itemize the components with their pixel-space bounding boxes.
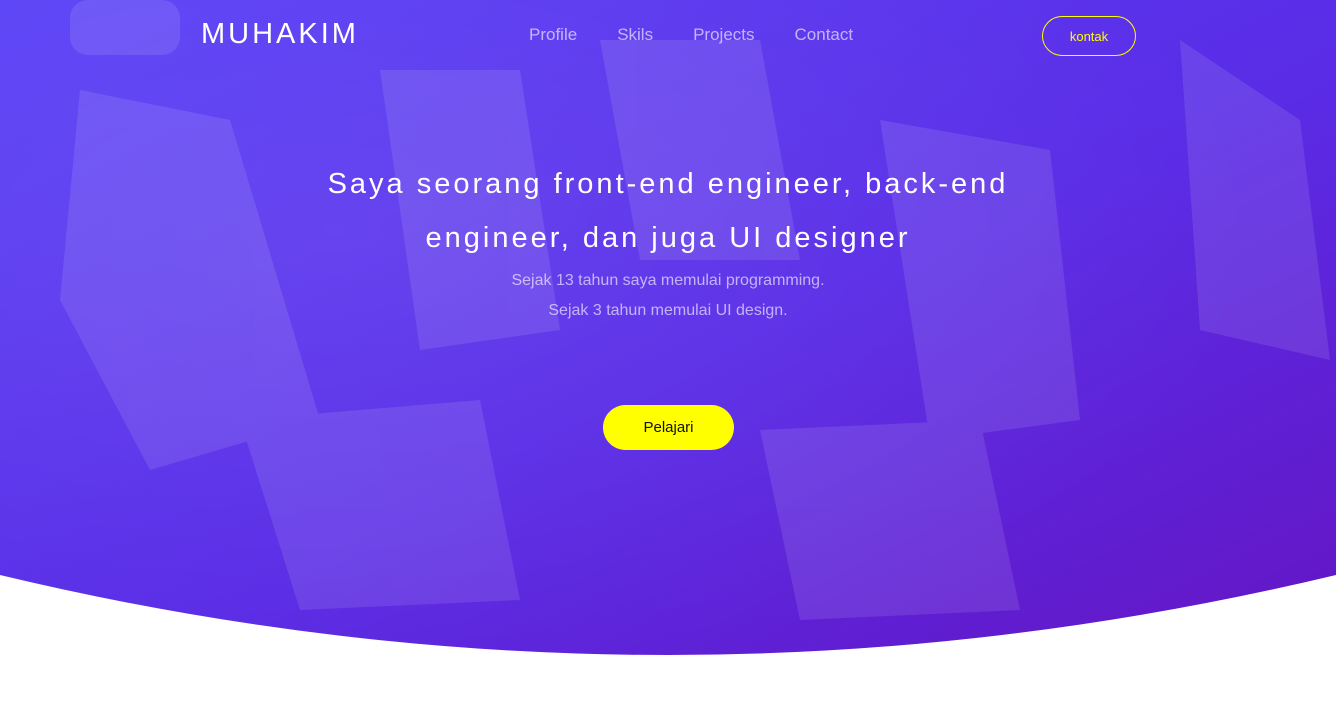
main-nav: Profile Skils Projects Contact — [529, 25, 853, 45]
nav-item-profile[interactable]: Profile — [529, 25, 577, 45]
hero-background — [0, 0, 1336, 655]
hero-subtext-line-2: Sejak 3 tahun memulai UI design. — [548, 302, 788, 319]
nav-item-skils[interactable]: Skils — [617, 25, 653, 45]
hero-headline: Saya seorang front-end engineer, back-en… — [327, 168, 1009, 255]
nav-item-projects[interactable]: Projects — [693, 25, 754, 45]
hero-subtext-line-1: Sejak 13 tahun saya memulai programming. — [511, 272, 825, 289]
kontak-button[interactable]: kontak — [1042, 16, 1136, 56]
pelajari-button[interactable]: Pelajari — [603, 405, 734, 450]
hero-subtext: Sejak 13 tahun saya memulai programming.… — [368, 266, 968, 326]
logo[interactable]: MUHAKIM — [201, 18, 359, 51]
page: MUHAKIM Profile Skils Projects Contact k… — [0, 0, 1336, 722]
hero-section: MUHAKIM Profile Skils Projects Contact k… — [0, 0, 1336, 660]
nav-item-contact[interactable]: Contact — [795, 25, 854, 45]
